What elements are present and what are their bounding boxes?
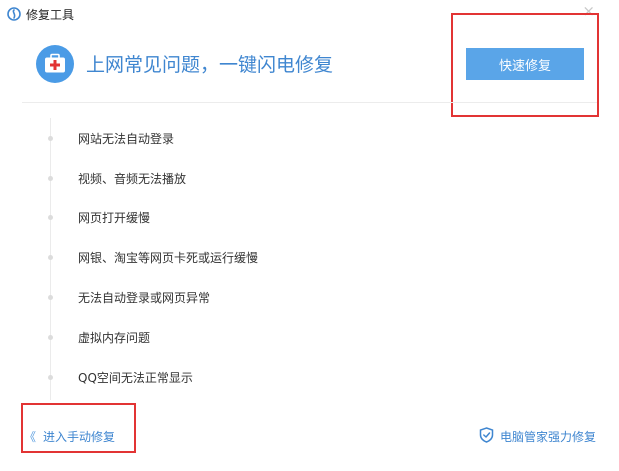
issue-item: 网站无法自动登录 <box>0 129 600 149</box>
issue-item: QQ空间无法正常显示 <box>0 368 600 388</box>
timeline-dot <box>48 136 53 141</box>
timeline-dot <box>48 375 53 380</box>
issue-item: 无法自动登录或网页异常 <box>0 288 600 308</box>
issue-label: 虚拟内存问题 <box>78 331 151 345</box>
issue-item: 视频、音频无法播放 <box>0 169 600 189</box>
timeline-dot <box>48 295 53 300</box>
issue-label: 无法自动登录或网页异常 <box>78 291 211 305</box>
issue-label: 网页打开缓慢 <box>78 211 151 225</box>
timeline-dot <box>48 176 53 181</box>
timeline-dot <box>48 215 53 220</box>
first-aid-kit-icon <box>36 45 74 83</box>
pc-manager-fix-link[interactable]: 电脑管家强力修复 <box>479 427 596 445</box>
issue-label: QQ空间无法正常显示 <box>78 371 193 385</box>
shield-icon <box>479 427 494 443</box>
pc-manager-fix-label: 电脑管家强力修复 <box>499 430 596 444</box>
page-headline: 上网常见问题，一键闪电修复 <box>86 54 334 76</box>
highlight-box-manual-fix <box>21 403 136 453</box>
issue-label: 网站无法自动登录 <box>78 132 175 146</box>
issue-item: 虚拟内存问题 <box>0 328 600 348</box>
window-title: 修复工具 <box>26 8 75 22</box>
issue-item: 网银、淘宝等网页卡死或运行缓慢 <box>0 248 600 268</box>
app-logo-icon <box>7 7 21 21</box>
divider <box>22 102 597 103</box>
issue-item: 网页打开缓慢 <box>0 208 600 228</box>
issue-label: 视频、音频无法播放 <box>78 172 187 186</box>
issue-label: 网银、淘宝等网页卡死或运行缓慢 <box>78 251 259 265</box>
timeline-dot <box>48 255 53 260</box>
timeline-dot <box>48 335 53 340</box>
